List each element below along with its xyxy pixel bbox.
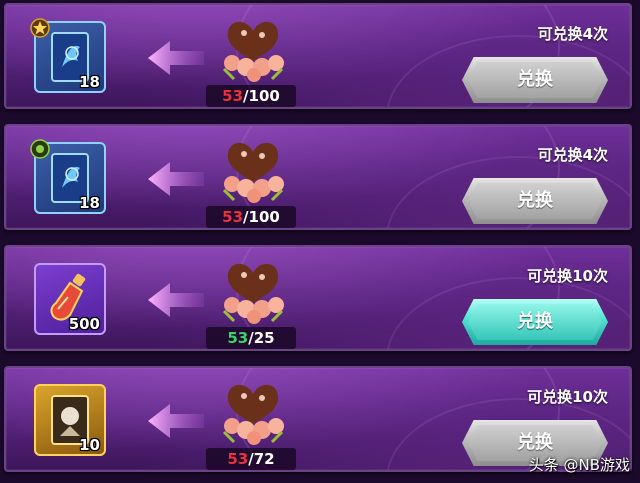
currency-counter: 53/100 xyxy=(206,206,296,228)
owned-amount: 53 xyxy=(222,87,244,105)
exchange-button-label: 兑换 xyxy=(517,311,553,332)
reward-item-card[interactable]: 10 xyxy=(34,384,106,456)
exchange-times-label: 可兑换4次 xyxy=(537,25,608,43)
owned-amount: 53 xyxy=(227,329,249,347)
exchange-row: 18 53/100 可兑换4次 兑换 xyxy=(4,3,632,109)
chocolate-heart-bouquet-icon xyxy=(222,21,284,82)
owned-amount: 53 xyxy=(227,450,249,468)
exchange-button[interactable]: 兑换 xyxy=(462,178,608,224)
green-gear-badge-icon xyxy=(30,139,50,159)
currency-counter: 53/72 xyxy=(206,448,296,470)
exchange-times-label: 可兑换4次 xyxy=(537,146,608,164)
exchange-row: 18 53/100 可兑换4次 兑换 xyxy=(4,124,632,230)
exchange-button-label: 兑换 xyxy=(517,69,553,90)
exchange-button-label: 兑换 xyxy=(517,432,553,453)
reward-item-card[interactable]: 500 xyxy=(34,263,106,335)
reward-count: 18 xyxy=(79,194,100,212)
required-amount: 100 xyxy=(248,208,280,226)
required-amount: 72 xyxy=(253,450,275,468)
arrow-left-icon xyxy=(148,404,204,438)
exchange-button[interactable]: 兑换 xyxy=(462,299,608,345)
reward-count: 500 xyxy=(68,315,100,333)
currency-counter: 53/25 xyxy=(206,327,296,349)
owned-amount: 53 xyxy=(222,208,244,226)
arrow-left-icon xyxy=(148,162,204,196)
arrow-left-icon xyxy=(148,283,204,317)
chocolate-heart-bouquet-icon xyxy=(222,263,284,324)
required-amount: 25 xyxy=(253,329,275,347)
exchange-list: 18 53/100 可兑换4次 兑换 18 53/100 可兑换4次 兑换 50… xyxy=(0,0,640,483)
watermark: 头条 @NB游戏 xyxy=(528,456,630,474)
required-amount: 100 xyxy=(248,87,280,105)
chocolate-heart-bouquet-icon xyxy=(222,384,284,445)
reward-count: 18 xyxy=(79,73,100,91)
currency-counter: 53/100 xyxy=(206,85,296,107)
exchange-button-label: 兑换 xyxy=(517,190,553,211)
exchange-times-label: 可兑换10次 xyxy=(527,388,608,406)
reward-count: 10 xyxy=(79,436,100,454)
arrow-left-icon xyxy=(148,41,204,75)
exchange-row: 500 53/25 可兑换10次 兑换 xyxy=(4,245,632,351)
exchange-button[interactable]: 兑换 xyxy=(462,57,608,103)
gold-star-badge-icon xyxy=(30,18,50,38)
chocolate-heart-bouquet-icon xyxy=(222,142,284,203)
exchange-times-label: 可兑换10次 xyxy=(527,267,608,285)
